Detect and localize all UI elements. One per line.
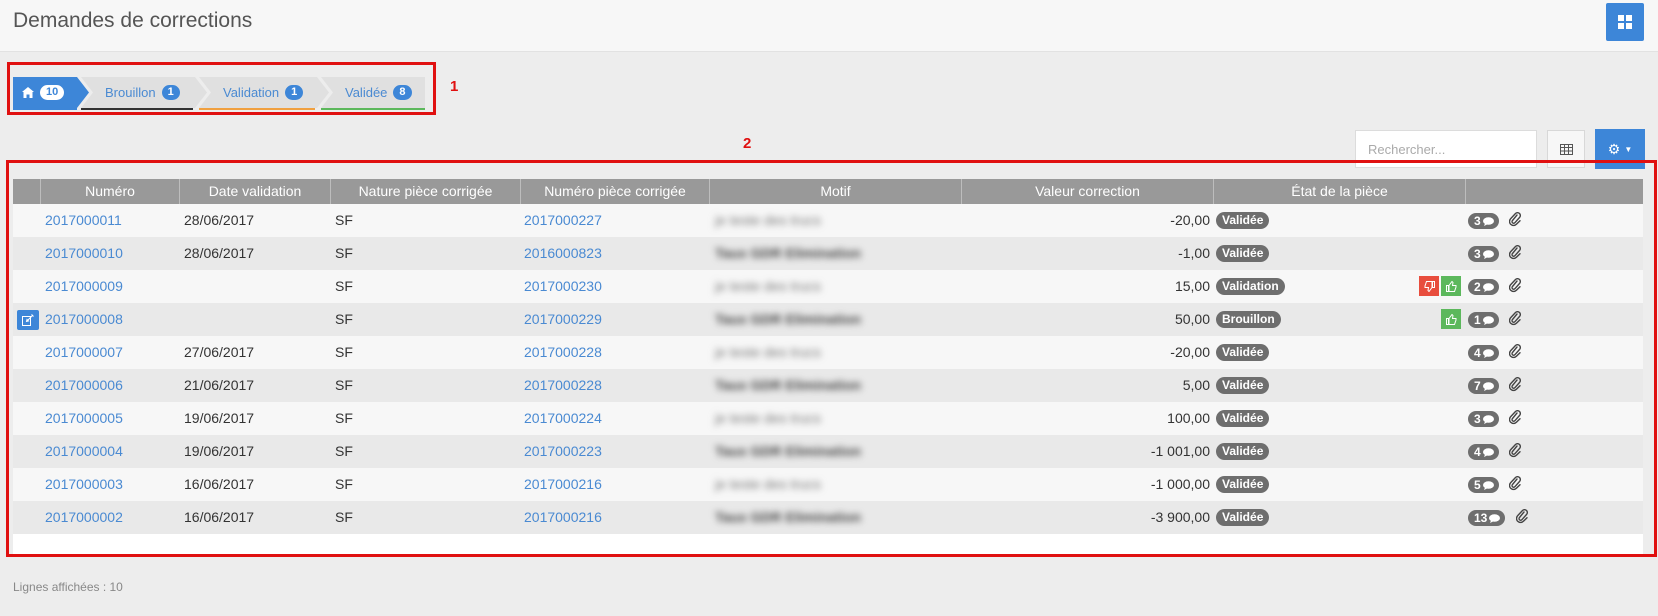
annotation-label-1: 1 [450, 78, 459, 95]
step-validation[interactable]: Validation 1 [199, 77, 329, 110]
caret-down-icon: ▼ [1624, 144, 1633, 154]
step-brouillon-label: Brouillon [105, 85, 156, 100]
table-icon [1559, 143, 1573, 155]
step-home[interactable]: 10 [13, 77, 89, 110]
top-bar: Demandes de corrections [0, 0, 1658, 52]
rows-count-label: Lignes affichées : 10 [13, 580, 123, 594]
grid-view-button[interactable] [1606, 3, 1644, 41]
page-title: Demandes de corrections [13, 9, 253, 32]
step-home-count: 10 [40, 85, 65, 100]
step-brouillon-count: 1 [161, 85, 180, 100]
gear-icon: ⚙ [1607, 140, 1621, 157]
status-steps: 10 Brouillon 1 Validation 1 Validée 8 [13, 77, 443, 110]
step-validation-count: 1 [285, 85, 304, 100]
step-validee-count: 8 [393, 85, 412, 100]
grid-icon [1618, 15, 1632, 29]
step-validation-label: Validation [223, 85, 280, 100]
step-validee-label: Validée [345, 85, 388, 100]
step-brouillon[interactable]: Brouillon 1 [81, 77, 207, 110]
home-icon [22, 87, 34, 98]
step-validee[interactable]: Validée 8 [321, 77, 425, 110]
annotation-box-2 [6, 160, 1657, 557]
annotation-label-2: 2 [743, 135, 752, 152]
